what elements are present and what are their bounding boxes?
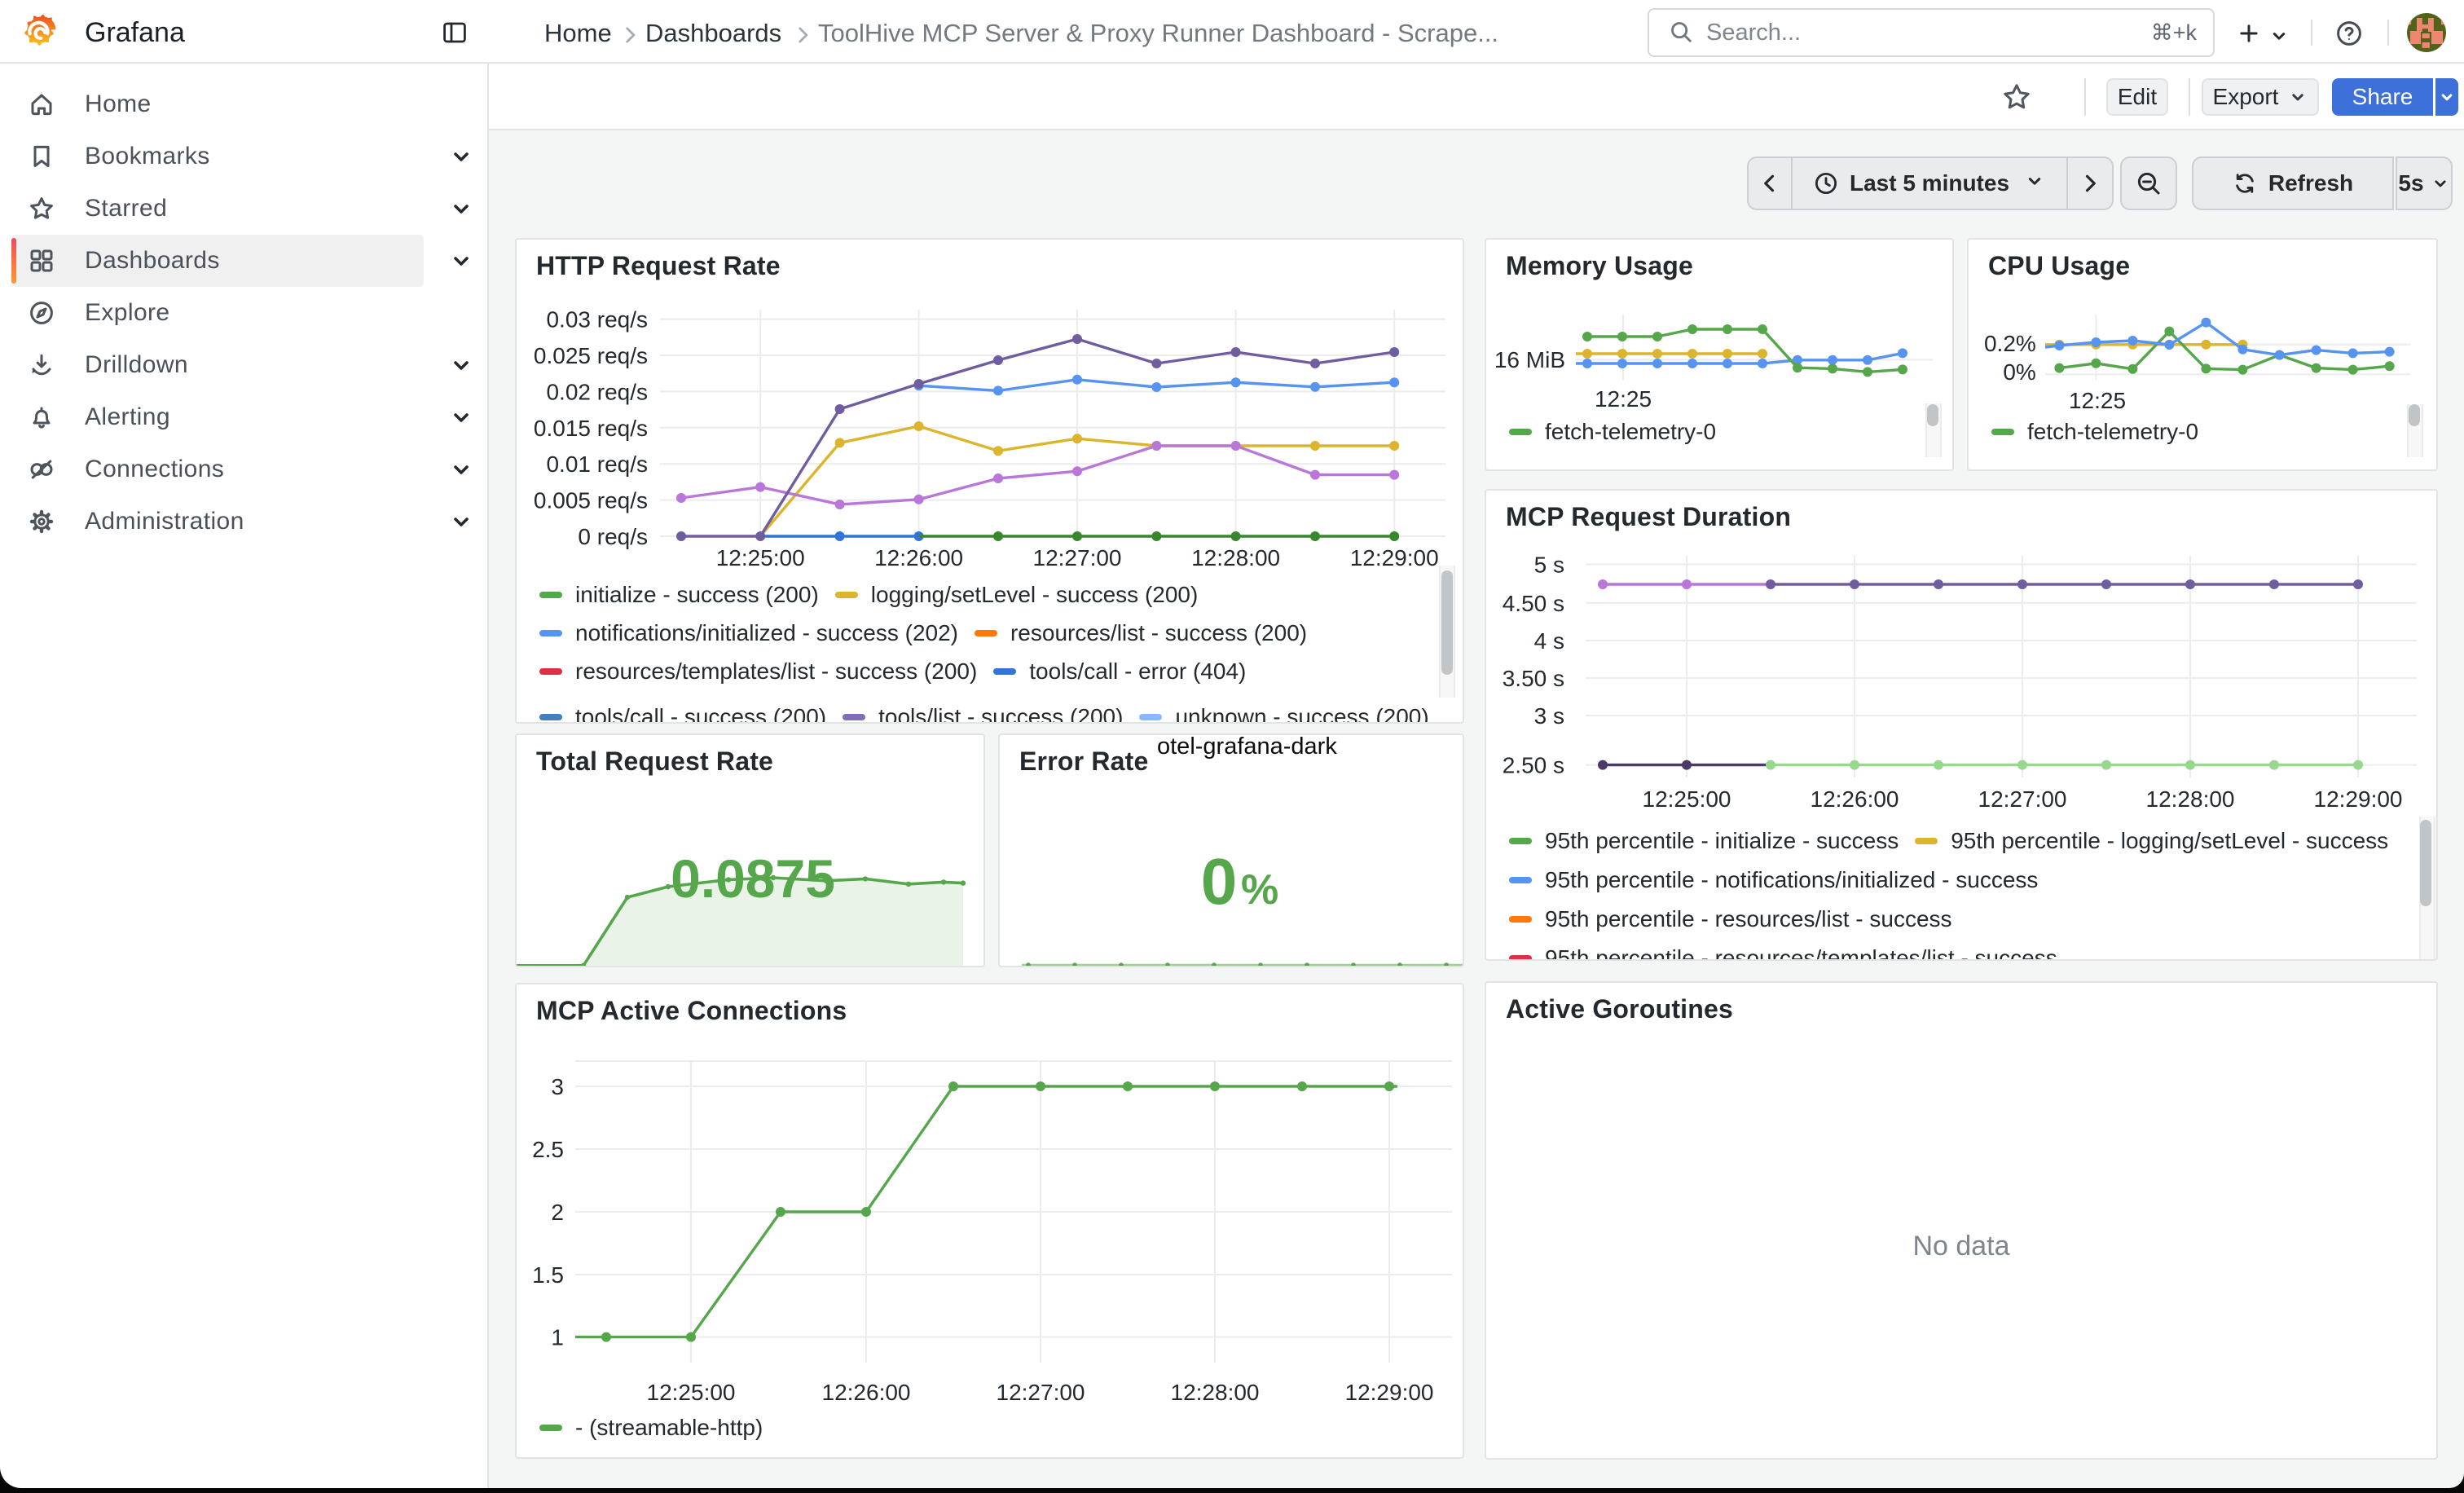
svg-text:12:27:00: 12:27:00 bbox=[1978, 786, 2067, 812]
svg-text:12:29:00: 12:29:00 bbox=[2314, 786, 2403, 812]
svg-text:0.025 req/s: 0.025 req/s bbox=[534, 343, 648, 368]
svg-text:12:28:00: 12:28:00 bbox=[1191, 545, 1280, 570]
svg-text:12:26:00: 12:26:00 bbox=[822, 1380, 911, 1405]
svg-text:12:29:00: 12:29:00 bbox=[1350, 545, 1439, 570]
svg-text:0.0875: 0.0875 bbox=[671, 848, 835, 909]
svg-text:0.02 req/s: 0.02 req/s bbox=[546, 379, 648, 404]
svg-text:3: 3 bbox=[551, 1074, 564, 1099]
svg-text:%: % bbox=[1241, 866, 1278, 914]
svg-text:4.50 s: 4.50 s bbox=[1503, 591, 1564, 616]
svg-text:12:28:00: 12:28:00 bbox=[2146, 786, 2235, 812]
svg-text:2.5: 2.5 bbox=[532, 1137, 564, 1162]
svg-text:0.2%: 0.2% bbox=[1984, 331, 2036, 356]
svg-text:12:25: 12:25 bbox=[1595, 386, 1652, 412]
svg-text:1: 1 bbox=[551, 1325, 564, 1350]
svg-text:0: 0 bbox=[1201, 845, 1238, 918]
svg-text:12:25:00: 12:25:00 bbox=[716, 545, 805, 570]
svg-text:16 MiB: 16 MiB bbox=[1494, 347, 1565, 372]
svg-text:12:25:00: 12:25:00 bbox=[1643, 786, 1731, 812]
svg-text:0.015 req/s: 0.015 req/s bbox=[534, 416, 648, 441]
svg-text:0 req/s: 0 req/s bbox=[578, 524, 648, 549]
svg-text:4 s: 4 s bbox=[1534, 628, 1564, 654]
svg-text:1.5: 1.5 bbox=[532, 1262, 564, 1288]
svg-text:3.50 s: 3.50 s bbox=[1503, 666, 1564, 691]
svg-text:0.005 req/s: 0.005 req/s bbox=[534, 488, 648, 513]
svg-text:3 s: 3 s bbox=[1534, 703, 1564, 729]
svg-text:0.03 req/s: 0.03 req/s bbox=[546, 307, 648, 333]
svg-text:0%: 0% bbox=[2003, 359, 2035, 385]
svg-text:12:26:00: 12:26:00 bbox=[1811, 786, 1899, 812]
svg-text:0.01 req/s: 0.01 req/s bbox=[546, 451, 648, 477]
svg-text:12:27:00: 12:27:00 bbox=[997, 1380, 1085, 1405]
svg-text:12:29:00: 12:29:00 bbox=[1345, 1380, 1434, 1405]
svg-text:12:27:00: 12:27:00 bbox=[1033, 545, 1122, 570]
svg-text:12:25: 12:25 bbox=[2069, 388, 2126, 413]
svg-text:2.50 s: 2.50 s bbox=[1503, 753, 1564, 778]
svg-text:2: 2 bbox=[551, 1200, 564, 1225]
svg-text:12:26:00: 12:26:00 bbox=[874, 545, 963, 570]
svg-text:12:28:00: 12:28:00 bbox=[1171, 1380, 1260, 1405]
svg-text:5 s: 5 s bbox=[1534, 552, 1564, 577]
svg-text:12:25:00: 12:25:00 bbox=[647, 1380, 736, 1405]
